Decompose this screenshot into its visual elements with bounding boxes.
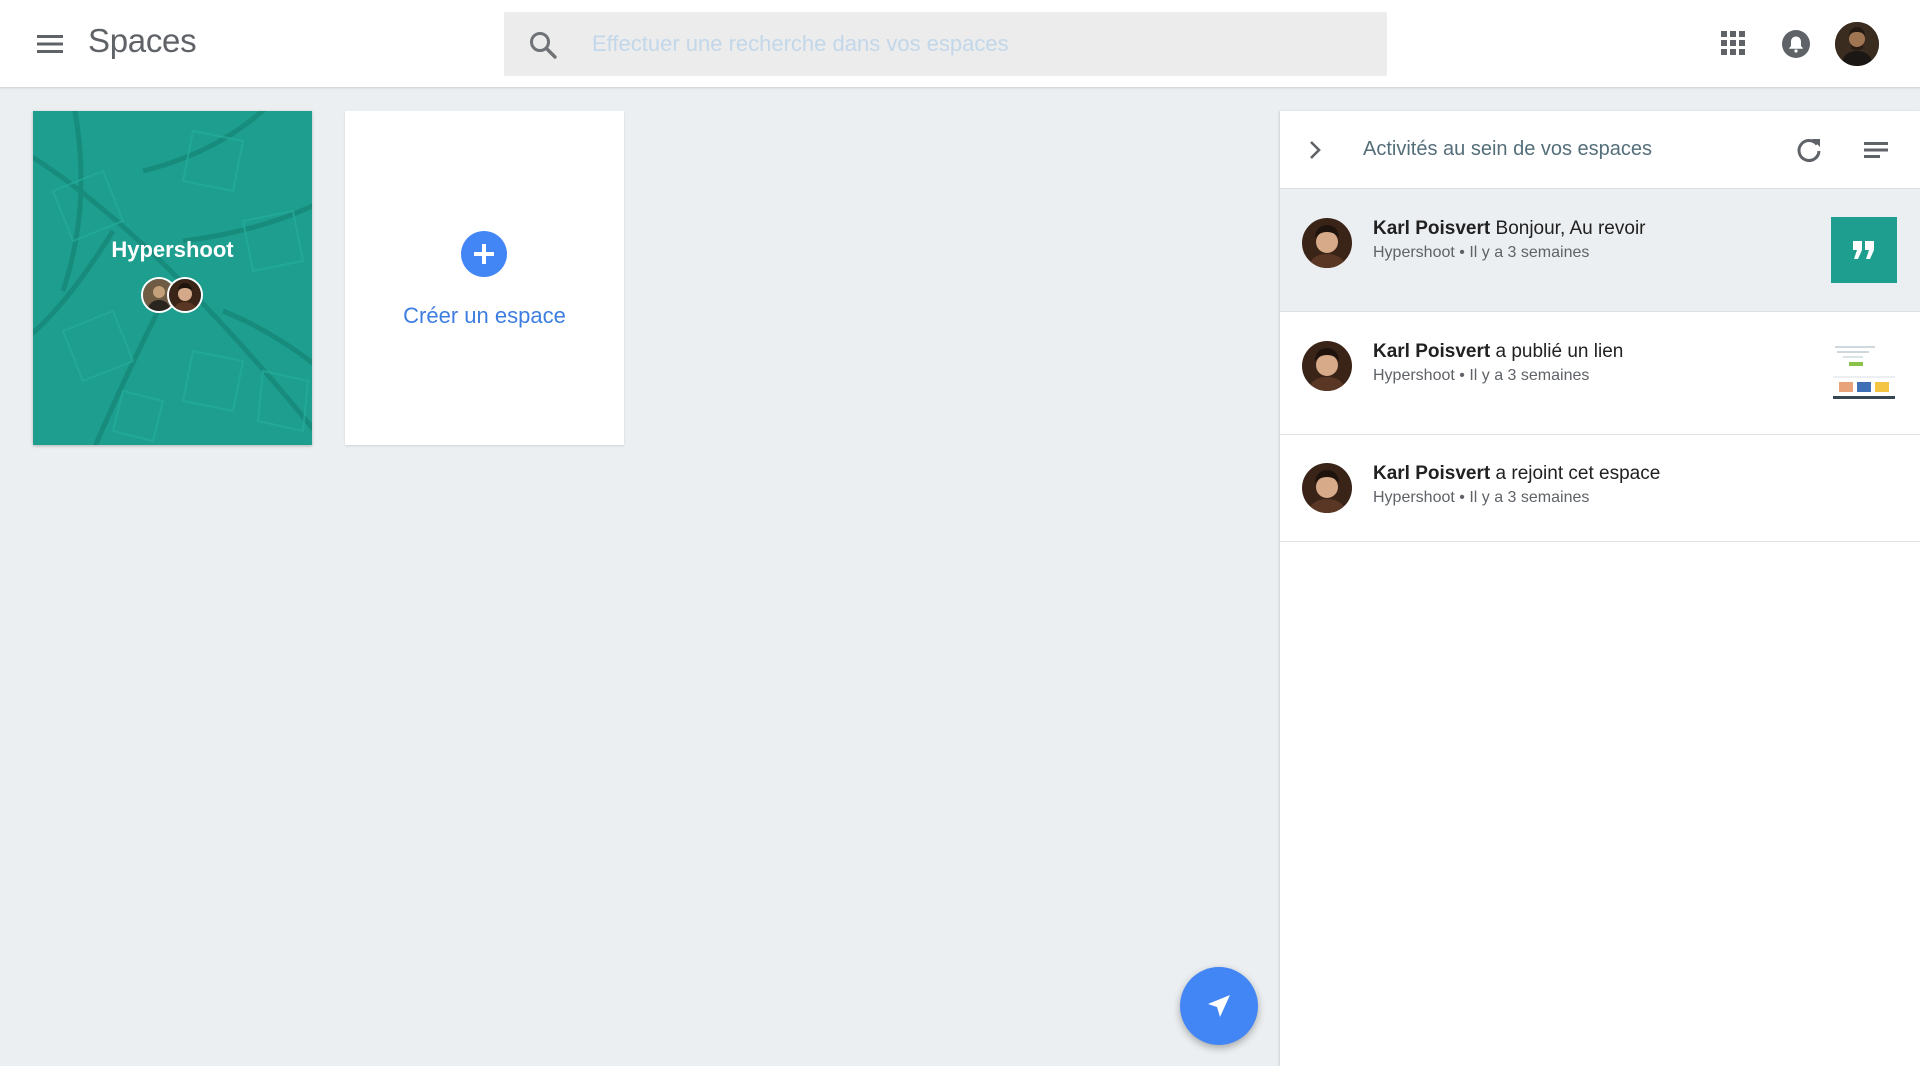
activity-meta: Hypershoot • Il y a 3 semaines bbox=[1373, 244, 1590, 261]
activity-item[interactable]: Karl Poisvert a rejoint cet espace Hyper… bbox=[1280, 435, 1920, 542]
activity-meta: Hypershoot • Il y a 3 semaines bbox=[1373, 367, 1590, 384]
activity-panel: Activités au sein de vos espaces Karl Po… bbox=[1280, 111, 1920, 1066]
user-photo bbox=[1835, 22, 1879, 66]
send-fab-button[interactable] bbox=[1180, 967, 1258, 1045]
activity-meta: Hypershoot • Il y a 3 semaines bbox=[1373, 489, 1590, 506]
activity-item[interactable]: Karl Poisvert a publié un lien Hypershoo… bbox=[1280, 312, 1920, 435]
activity-author: Karl Poisvert bbox=[1373, 218, 1491, 239]
avatar bbox=[1302, 463, 1352, 513]
sort-lines-icon bbox=[1864, 142, 1888, 158]
notifications-bell-icon bbox=[1782, 30, 1810, 58]
user-avatar[interactable] bbox=[1835, 22, 1879, 66]
activity-author: Karl Poisvert bbox=[1373, 463, 1491, 484]
activity-author: Karl Poisvert bbox=[1373, 341, 1491, 362]
activity-panel-header: Activités au sein de vos espaces bbox=[1280, 111, 1920, 189]
activity-action: a publié un lien bbox=[1495, 341, 1624, 362]
search-bar[interactable] bbox=[504, 12, 1387, 76]
activity-action: a rejoint cet espace bbox=[1495, 463, 1661, 484]
notifications-button[interactable] bbox=[1780, 28, 1812, 60]
activity-action: Bonjour, Au revoir bbox=[1495, 218, 1646, 239]
apps-grid-icon bbox=[1721, 31, 1745, 55]
send-icon bbox=[1208, 995, 1230, 1017]
refresh-button[interactable] bbox=[1794, 135, 1824, 165]
search-input[interactable] bbox=[592, 12, 1372, 76]
apps-button[interactable] bbox=[1718, 28, 1748, 58]
chevron-right-icon bbox=[1310, 141, 1321, 159]
avatar bbox=[1302, 341, 1352, 391]
space-name: Hypershoot bbox=[111, 237, 234, 262]
refresh-icon bbox=[1797, 139, 1821, 163]
collapse-panel-button[interactable] bbox=[1302, 137, 1328, 163]
quote-thumbnail bbox=[1831, 217, 1897, 283]
menu-button[interactable] bbox=[30, 26, 70, 62]
add-circle-icon bbox=[461, 231, 507, 277]
activity-panel-title: Activités au sein de vos espaces bbox=[1363, 138, 1653, 160]
activity-text: Karl Poisvert a publié un lien bbox=[1373, 341, 1623, 363]
search-icon bbox=[530, 32, 557, 59]
create-space-label: Créer un espace bbox=[403, 303, 566, 328]
activity-item[interactable]: Karl Poisvert Bonjour, Au revoir Hypersh… bbox=[1280, 189, 1920, 312]
space-member-avatars bbox=[141, 277, 211, 315]
space-card-hypershoot[interactable]: Hypershoot bbox=[33, 111, 312, 445]
avatar bbox=[167, 277, 203, 313]
quote-icon bbox=[1853, 241, 1874, 259]
activity-text: Karl Poisvert Bonjour, Au revoir bbox=[1373, 218, 1646, 240]
create-space-card[interactable]: Créer un espace bbox=[345, 111, 624, 445]
app-title: Spaces bbox=[88, 22, 197, 59]
avatar bbox=[1302, 218, 1352, 268]
top-app-bar: Spaces bbox=[0, 0, 1920, 88]
menu-icon bbox=[37, 35, 63, 53]
link-preview-thumbnail bbox=[1831, 340, 1897, 406]
activity-text: Karl Poisvert a rejoint cet espace bbox=[1373, 463, 1660, 485]
filter-button[interactable] bbox=[1862, 137, 1890, 163]
